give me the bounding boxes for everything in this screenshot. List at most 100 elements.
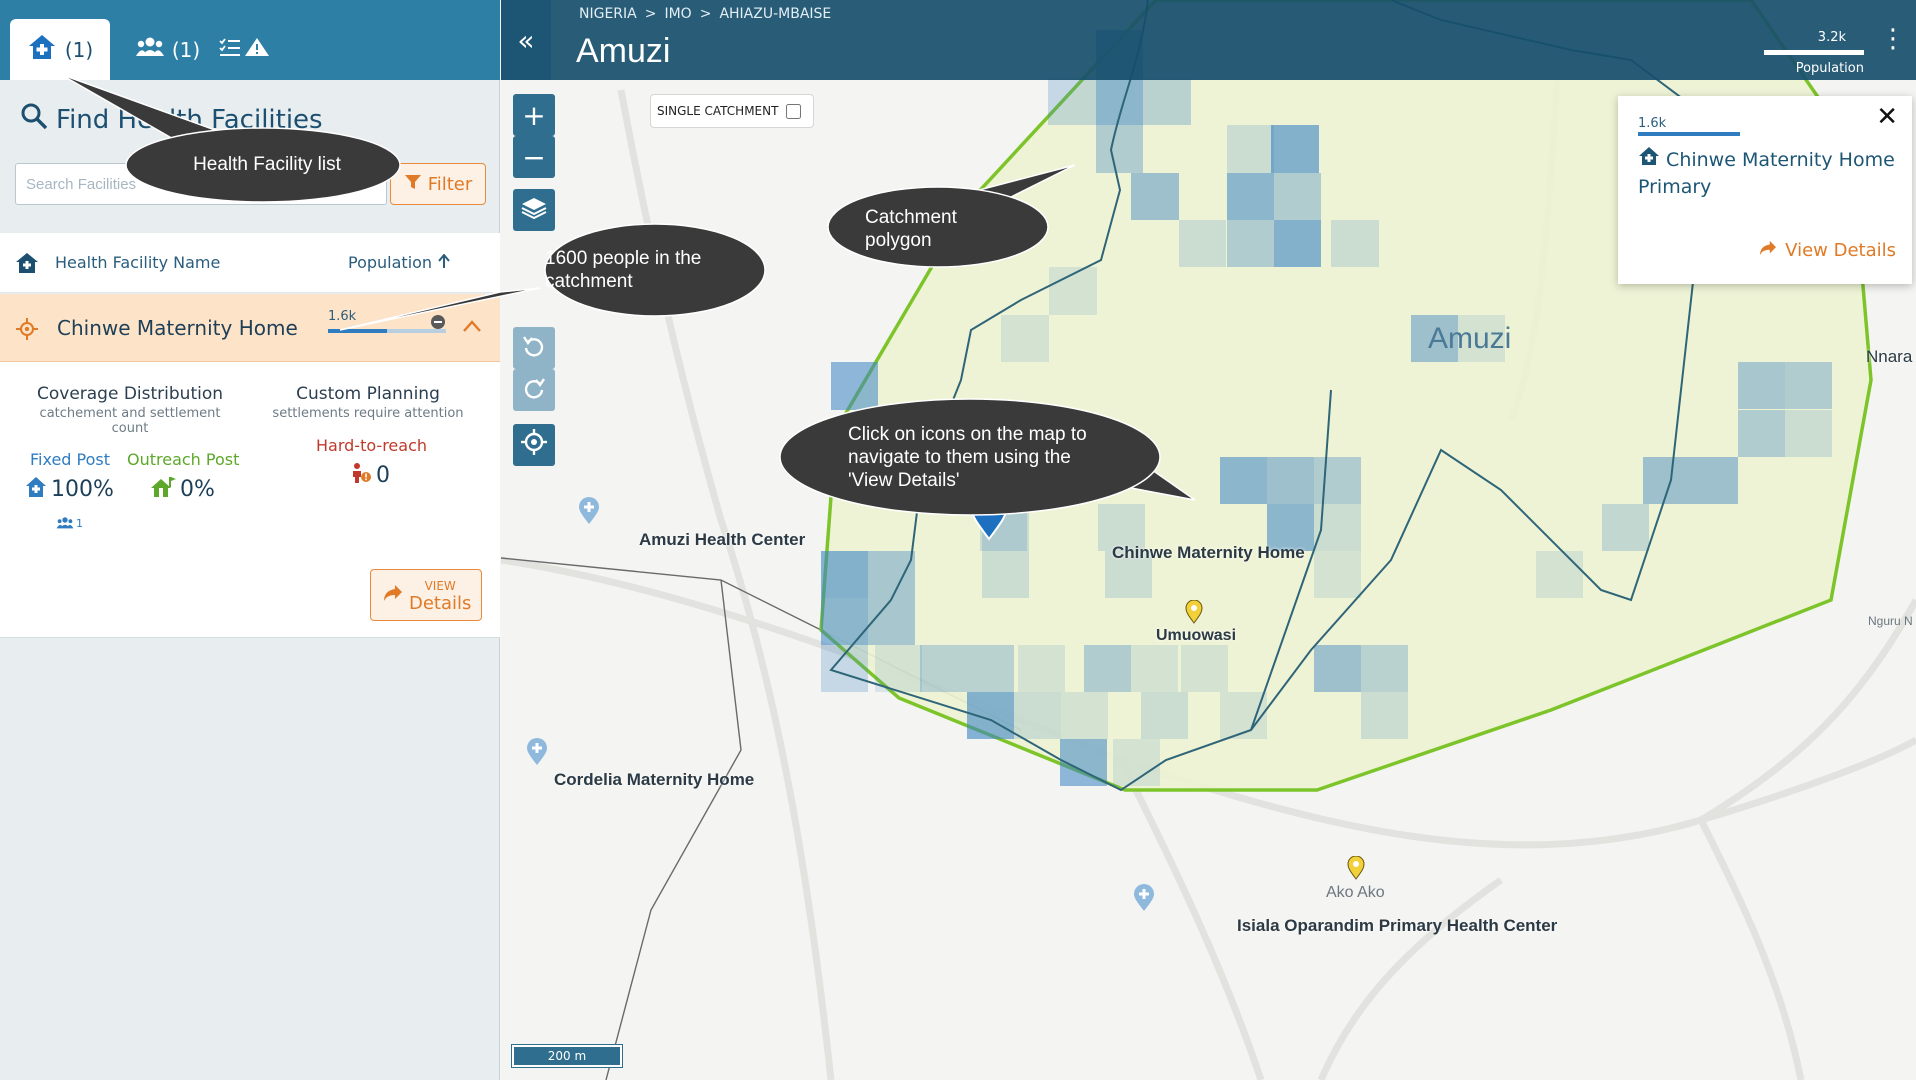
outreach-home-icon bbox=[150, 476, 176, 502]
selected-facility-pin-icon[interactable] bbox=[969, 487, 1009, 545]
health-center-pin-icon[interactable] bbox=[1133, 884, 1155, 916]
tab-tasks[interactable] bbox=[210, 19, 280, 80]
settlement-pin-icon[interactable] bbox=[1347, 855, 1365, 884]
scale-label: 200 m bbox=[547, 1049, 587, 1063]
hard-to-reach-value: 0 bbox=[376, 462, 390, 488]
home-plus-icon bbox=[1638, 147, 1660, 171]
callout-text-catchment: Catchment polygon bbox=[865, 207, 957, 251]
column-header-name[interactable]: Health Facility Name bbox=[55, 253, 220, 272]
single-catchment-checkbox[interactable] bbox=[786, 103, 802, 119]
callout-text-health-facility-list: Health Facility list bbox=[193, 154, 341, 175]
fixed-post-label: Fixed Post bbox=[30, 450, 111, 469]
place-label-ako-ako[interactable]: Ako Ako bbox=[1326, 884, 1385, 902]
facility-name: Chinwe Maternity Home bbox=[57, 316, 298, 340]
settlement-pin-icon[interactable] bbox=[1185, 599, 1203, 628]
tab-population[interactable]: (1) bbox=[118, 19, 218, 80]
crosshair-icon[interactable] bbox=[16, 318, 38, 344]
layers-icon bbox=[521, 194, 547, 227]
hard-to-reach-stat: 0 bbox=[350, 462, 390, 488]
find-health-facilities-title: Find Health Facilities bbox=[20, 102, 323, 137]
collapse-sidebar-button[interactable]: « bbox=[501, 0, 551, 80]
custom-planning-subtitle: settlements require attention bbox=[272, 406, 464, 421]
fixed-post-count: 1 bbox=[56, 514, 83, 533]
health-center-pin-icon[interactable] bbox=[578, 497, 600, 529]
map-header: « NIGERIA > IMO > AHIAZU-MBAISE Amuzi 3.… bbox=[501, 0, 1916, 80]
area-title: Amuzi bbox=[576, 32, 671, 70]
share-arrow-icon bbox=[1759, 240, 1777, 261]
tab-count: (1) bbox=[171, 37, 201, 62]
column-header-population[interactable]: Population bbox=[348, 253, 450, 272]
popup-population-value: 1.6k bbox=[1638, 116, 1667, 131]
home-plus-icon bbox=[25, 476, 47, 502]
minus-icon: − bbox=[522, 140, 546, 174]
zoom-out-button[interactable]: − bbox=[513, 136, 555, 178]
layers-button[interactable] bbox=[513, 189, 555, 231]
view-details-button[interactable]: VIEW Details bbox=[370, 569, 482, 621]
sidebar-tab-bar: (1) (1) bbox=[0, 0, 500, 80]
page-title: Find Health Facilities bbox=[56, 104, 323, 135]
place-label-amuzi-health-center[interactable]: Amuzi Health Center bbox=[639, 530, 805, 550]
popup-facility-name-text: Chinwe Maternity Home Primary bbox=[1638, 149, 1895, 198]
header-population-value: 3.2k bbox=[1817, 30, 1846, 45]
popup-view-details-button[interactable]: View Details bbox=[1759, 240, 1896, 261]
callout-text-click-icons: Click on icons on the map to navigate to… bbox=[848, 424, 1087, 491]
place-label-nnara[interactable]: Nnara bbox=[1866, 347, 1912, 367]
locate-button[interactable] bbox=[513, 424, 555, 466]
breadcrumb: NIGERIA > IMO > AHIAZU-MBAISE bbox=[579, 6, 831, 22]
facility-population-bar bbox=[328, 329, 446, 333]
search-icon bbox=[20, 102, 48, 137]
fixed-post-value: 100% bbox=[51, 476, 114, 502]
share-arrow-icon bbox=[383, 584, 403, 606]
people-icon bbox=[135, 36, 164, 63]
fixed-post-stat: 100% bbox=[25, 476, 114, 502]
outreach-post-label: Outreach Post bbox=[127, 450, 240, 469]
health-center-pin-icon[interactable] bbox=[526, 738, 548, 770]
popup-view-details-label: View Details bbox=[1785, 240, 1896, 261]
single-catchment-toggle[interactable]: SINGLE CATCHMENT bbox=[650, 94, 814, 128]
place-label-cordelia-maternity-home[interactable]: Cordelia Maternity Home bbox=[554, 770, 754, 790]
callout-text-people: 1600 people in the catchment bbox=[545, 248, 702, 292]
facility-list-header: Health Facility Name Population bbox=[0, 233, 500, 293]
more-options-icon[interactable]: ⋮ bbox=[1880, 24, 1906, 54]
tab-count: (1) bbox=[64, 37, 94, 62]
people-icon bbox=[56, 514, 74, 533]
popup-population-bar bbox=[1638, 132, 1740, 136]
place-label-isiala-oparandim[interactable]: Isiala Oparandim Primary Health Center bbox=[1237, 916, 1557, 936]
redo-button[interactable] bbox=[513, 369, 555, 411]
undo-button[interactable] bbox=[513, 327, 555, 369]
details-label: Details bbox=[409, 593, 472, 614]
header-population-bar bbox=[1764, 50, 1864, 55]
hard-to-reach-label: Hard-to-reach bbox=[316, 436, 428, 455]
facility-population-value: 1.6k bbox=[328, 309, 357, 324]
funnel-icon bbox=[404, 173, 422, 196]
facility-population-bar-fill bbox=[328, 329, 387, 333]
single-catchment-label: SINGLE CATCHMENT bbox=[657, 104, 779, 118]
place-label-nguru[interactable]: Nguru N bbox=[1868, 614, 1913, 628]
breadcrumb-item-imo[interactable]: IMO bbox=[664, 6, 691, 22]
coverage-distribution-subtitle: catchement and settlement count bbox=[39, 406, 221, 436]
fixed-post-count-value: 1 bbox=[76, 517, 83, 530]
breadcrumb-separator: > bbox=[644, 6, 657, 22]
minus-circle-icon[interactable] bbox=[430, 314, 446, 334]
tab-health-facilities[interactable]: (1) bbox=[10, 19, 110, 80]
redo-icon bbox=[522, 374, 546, 407]
filter-button[interactable]: Filter bbox=[390, 163, 486, 205]
double-chevron-left-icon: « bbox=[517, 23, 535, 57]
breadcrumb-item-nigeria[interactable]: NIGERIA bbox=[579, 6, 637, 22]
place-label-umuowasi[interactable]: Umuowasi bbox=[1156, 627, 1236, 645]
plus-icon: + bbox=[522, 98, 546, 132]
map-scale-bar: 200 m bbox=[511, 1044, 623, 1068]
place-label-chinwe-maternity-home[interactable]: Chinwe Maternity Home bbox=[1112, 543, 1305, 563]
chevron-up-icon[interactable] bbox=[462, 318, 482, 337]
list-item-facility[interactable]: Chinwe Maternity Home 1.6k bbox=[0, 294, 500, 362]
person-warning-icon bbox=[350, 462, 372, 488]
zoom-in-button[interactable]: + bbox=[513, 94, 555, 136]
undo-icon bbox=[522, 332, 546, 365]
outreach-post-stat: 0% bbox=[150, 476, 215, 502]
close-icon[interactable]: ✕ bbox=[1876, 102, 1898, 132]
filter-label: Filter bbox=[427, 173, 473, 195]
area-label-amuzi: Amuzi bbox=[1428, 322, 1512, 355]
popup-facility-name[interactable]: Chinwe Maternity Home Primary bbox=[1638, 146, 1898, 201]
breadcrumb-item-ahiazu-mbaise[interactable]: AHIAZU-MBAISE bbox=[719, 6, 831, 22]
facility-popup: 1.6k Chinwe Maternity Home Primary ✕ Vie… bbox=[1618, 96, 1912, 284]
